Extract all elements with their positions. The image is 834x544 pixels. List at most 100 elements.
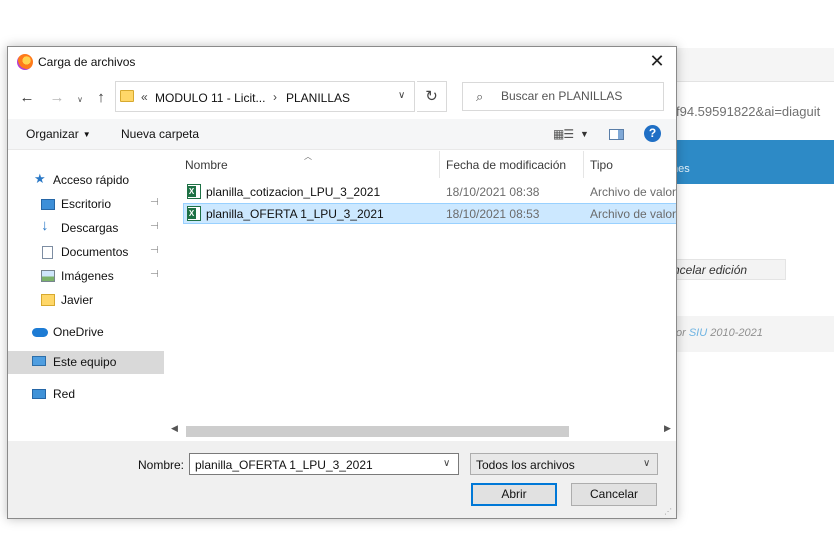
- file-type: Archivo de valor: [590, 207, 677, 221]
- cancel-button[interactable]: Cancelar: [571, 483, 657, 506]
- firefox-icon: [17, 54, 33, 70]
- breadcrumb-overflow[interactable]: «: [141, 90, 148, 104]
- pin-icon[interactable]: ⊣: [150, 269, 159, 280]
- open-button[interactable]: Abrir: [471, 483, 557, 506]
- download-icon: ↓: [41, 217, 49, 234]
- browser-url-text: f94.59591822&ai=diaguit: [676, 104, 821, 119]
- scrollbar-thumb[interactable]: [186, 426, 569, 437]
- excel-icon: [187, 206, 201, 221]
- resize-grip-icon[interactable]: ⋰: [664, 507, 672, 516]
- file-upload-dialog: Carga de archivos ✕ ← → ∨ ↑ « MODULO 11 …: [7, 46, 677, 519]
- nav-item-onedrive[interactable]: OneDrive: [8, 321, 164, 344]
- nav-item-label: Escritorio: [61, 197, 112, 211]
- breadcrumb-separator-icon[interactable]: ›: [273, 90, 277, 104]
- nav-item-javier[interactable]: Javier: [8, 289, 164, 312]
- caret-down-icon: ▼: [82, 130, 91, 139]
- file-list-header: ︿ Nombre Fecha de modificación Tipo: [168, 151, 676, 178]
- pin-icon[interactable]: ⊣: [150, 221, 159, 232]
- dialog-toolbar: Organizar ▼ Nueva carpeta ▦☰ ▼ ?: [8, 119, 676, 150]
- nav-item-label: Imágenes: [61, 269, 114, 283]
- nav-item-quick-access[interactable]: ★ Acceso rápido: [8, 169, 164, 192]
- dialog-footer: Nombre: planilla_OFERTA 1_LPU_3_2021 ∨ T…: [8, 441, 676, 518]
- dialog-titlebar[interactable]: Carga de archivos ✕: [8, 47, 676, 77]
- horizontal-scrollbar[interactable]: ◀ ▶: [168, 423, 676, 440]
- back-arrow-icon[interactable]: ←: [17, 88, 37, 108]
- preview-pane-icon[interactable]: [609, 129, 624, 140]
- dialog-title: Carga de archivos: [38, 55, 136, 69]
- file-row[interactable]: planilla_cotizacion_LPU_3_2021 18/10/202…: [183, 181, 677, 202]
- breadcrumb-modulo[interactable]: MODULO 11 - Licit...: [155, 91, 265, 105]
- column-modified[interactable]: Fecha de modificación: [446, 158, 566, 172]
- cancel-edit-button[interactable]: ncelar edición: [664, 259, 786, 280]
- nav-item-downloads[interactable]: ↓ Descargas ⊣: [8, 217, 164, 240]
- nav-item-label: Acceso rápido: [53, 173, 130, 187]
- file-modified: 18/10/2021 08:53: [446, 207, 540, 221]
- organize-menu[interactable]: Organizar ▼: [26, 127, 91, 141]
- sort-ascending-icon: ︿: [304, 152, 312, 161]
- filetype-select[interactable]: Todos los archivos ∨: [470, 453, 658, 475]
- search-input[interactable]: [501, 89, 659, 103]
- nav-item-documents[interactable]: Documentos ⊣: [8, 241, 164, 264]
- nav-item-this-pc[interactable]: Este equipo: [8, 351, 164, 374]
- scroll-right-icon[interactable]: ▶: [664, 423, 671, 434]
- chevron-down-icon[interactable]: ∨: [398, 90, 405, 101]
- address-bar[interactable]: « MODULO 11 - Licit... › PLANILLAS ∨: [115, 81, 415, 112]
- nav-item-images[interactable]: Imágenes ⊣: [8, 265, 164, 288]
- folder-icon: [41, 294, 55, 306]
- footer-prefix: or: [676, 327, 686, 339]
- forward-arrow-icon[interactable]: →: [47, 88, 67, 108]
- file-name: planilla_OFERTA 1_LPU_3_2021: [206, 207, 384, 221]
- star-icon: ★: [34, 171, 46, 186]
- pin-icon[interactable]: ⊣: [150, 197, 159, 208]
- recent-locations-chevron-icon[interactable]: ∨: [70, 90, 90, 110]
- view-dropdown-icon[interactable]: ▼: [580, 129, 589, 139]
- images-icon: [41, 270, 55, 282]
- filename-value[interactable]: planilla_OFERTA 1_LPU_3_2021: [195, 458, 373, 472]
- navigation-pane: ★ Acceso rápido Escritorio ⊣ ↓ Descargas…: [8, 151, 166, 441]
- chevron-down-icon[interactable]: ∨: [643, 458, 650, 469]
- desktop-icon: [41, 199, 55, 210]
- file-row-selected[interactable]: planilla_OFERTA 1_LPU_3_2021 18/10/2021 …: [183, 203, 677, 224]
- nav-item-desktop[interactable]: Escritorio ⊣: [8, 193, 164, 216]
- page-nav-band: [660, 140, 834, 184]
- page-footer-text: or SIU 2010-2021: [676, 327, 763, 339]
- filetype-value: Todos los archivos: [476, 458, 575, 472]
- network-icon: [32, 389, 46, 399]
- documents-icon: [42, 246, 53, 259]
- filename-label: Nombre:: [138, 458, 185, 472]
- footer-brand-link[interactable]: SIU: [689, 327, 707, 339]
- close-button[interactable]: ✕: [638, 47, 676, 77]
- filename-input[interactable]: planilla_OFERTA 1_LPU_3_2021 ∨: [189, 453, 459, 475]
- column-divider[interactable]: [583, 151, 584, 178]
- breadcrumb-planillas[interactable]: PLANILLAS: [286, 91, 350, 105]
- up-arrow-icon[interactable]: ↑: [91, 88, 111, 108]
- nav-item-label: Javier: [61, 293, 94, 307]
- new-folder-button[interactable]: Nueva carpeta: [121, 127, 199, 141]
- file-name: planilla_cotizacion_LPU_3_2021: [206, 185, 381, 199]
- scroll-left-icon[interactable]: ◀: [171, 423, 178, 434]
- pin-icon[interactable]: ⊣: [150, 245, 159, 256]
- nav-item-label: Documentos: [61, 245, 129, 259]
- excel-icon: [187, 184, 201, 199]
- cloud-icon: [32, 328, 48, 337]
- nav-item-label: Descargas: [61, 221, 119, 235]
- nav-item-label: Red: [53, 387, 76, 401]
- help-icon[interactable]: ?: [644, 125, 661, 142]
- refresh-icon[interactable]: ↻: [417, 81, 447, 112]
- search-box[interactable]: ⌕: [462, 82, 664, 111]
- computer-icon: [32, 356, 46, 366]
- column-name[interactable]: Nombre: [185, 158, 228, 172]
- file-modified: 18/10/2021 08:38: [446, 185, 540, 199]
- nav-item-label: Este equipo: [53, 355, 117, 369]
- nav-item-label: OneDrive: [53, 325, 104, 339]
- folder-icon: [120, 90, 134, 102]
- file-type: Archivo de valor: [590, 185, 677, 199]
- organize-label: Organizar: [26, 127, 79, 141]
- search-icon: ⌕: [476, 89, 484, 104]
- view-options-icon[interactable]: ▦☰: [553, 127, 574, 141]
- column-divider[interactable]: [439, 151, 440, 178]
- column-type[interactable]: Tipo: [590, 158, 613, 172]
- nav-item-network[interactable]: Red: [8, 383, 164, 406]
- browser-address-bar[interactable]: [660, 48, 834, 82]
- chevron-down-icon[interactable]: ∨: [443, 458, 450, 469]
